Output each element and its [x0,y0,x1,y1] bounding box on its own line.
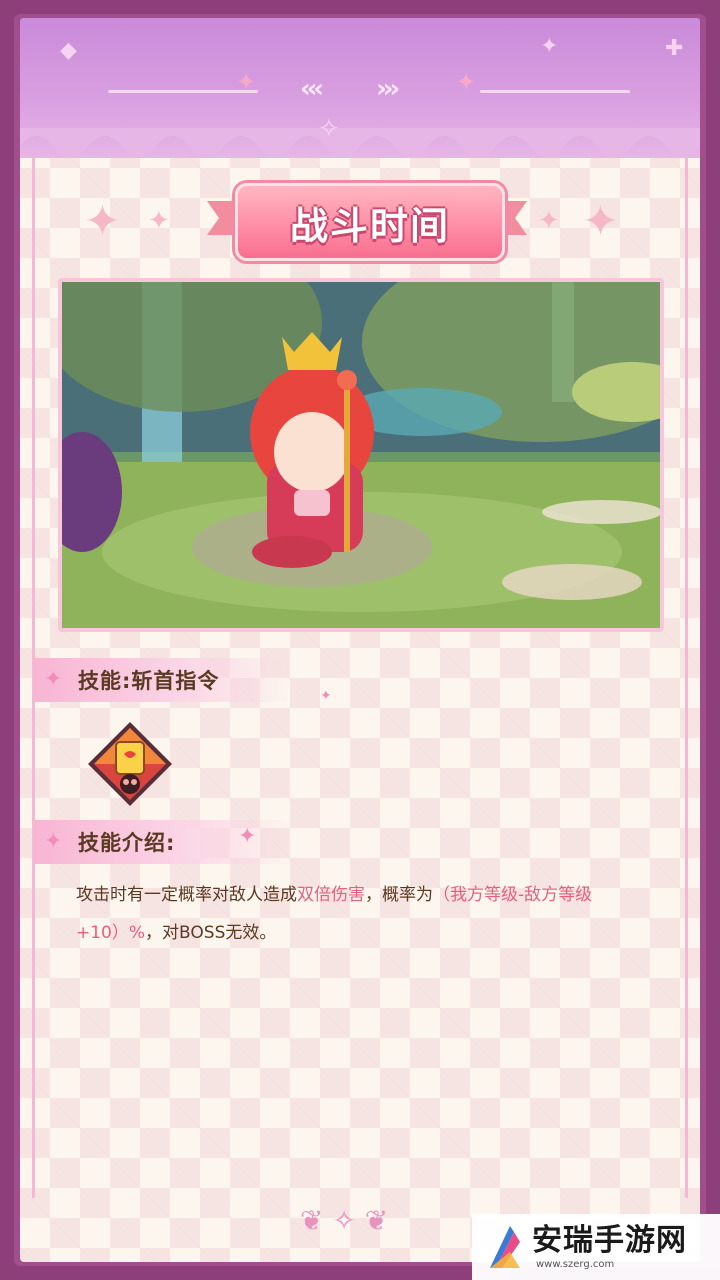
desc-text: 攻击时有一定概率对敌人造成 [76,885,297,905]
skill-intro-label: 技能介绍: [78,831,176,855]
desc-text: ，概率为 [365,885,433,905]
watermark-url: www.szerg.com [536,1259,615,1270]
header-scallop-edge [20,128,700,157]
sparkle-icon: ✦ [44,829,63,854]
sparkle-icon: ✦ [320,688,332,704]
sparkle-icon: ✦ [238,824,257,849]
watermark: 安瑞手游网 www.szerg.com [472,1214,720,1280]
skill-card-icon [88,722,172,806]
title-plate: 战斗时间 [235,183,505,261]
skill-section-header: ✦ 技能:斩首指令 [34,658,294,702]
content-card: ‹‹‹ ››› ✦ ✦ ◆ ✦ ✚ ✧ ✦ ✦ ✦ ✦ 战斗时间 ✦ 技能:斩首… [20,18,700,1262]
page-title: 战斗时间 [289,203,450,248]
sparkle-icon: ✦ [540,34,559,59]
watermark-title: 安瑞手游网 [532,1223,687,1258]
diamond-deco-icon: ◆ [60,38,77,63]
desc-text: ，对BOSS无效。 [145,923,277,943]
skill-description: 攻击时有一定概率对敌人造成双倍伤害，概率为（我方等级-敌方等级+10）%，对BO… [76,876,666,952]
desc-highlight-double-damage: 双倍伤害 [297,885,365,905]
sparkle-icon: ✦ [84,196,121,247]
sparkle-icon: ✦ [236,68,257,96]
sparkle-icon: ✦ [456,68,477,96]
sparkle-icon: ✧ [318,114,340,144]
chevron-left-icon: ‹‹‹ [300,74,324,104]
title-banner: 战斗时间 [207,173,527,265]
site-logo-icon [490,1226,520,1268]
sparkle-icon: ✦ [148,206,170,236]
skill-name-label: 技能:斩首指令 [78,669,220,693]
sparkle-icon: ✦ [538,206,560,236]
plus-deco-icon: ✚ [665,36,684,61]
sparkle-icon: ✦ [44,667,63,692]
right-border-line [685,158,688,1198]
battle-scene-art [62,282,660,628]
chevron-right-icon: ››› [376,74,400,104]
header-line-right [480,90,630,93]
battle-scene-image [58,278,664,632]
bottom-flourish-icon: ❦ ✧ ❦ [300,1204,389,1237]
sparkle-icon: ✦ [582,196,619,247]
